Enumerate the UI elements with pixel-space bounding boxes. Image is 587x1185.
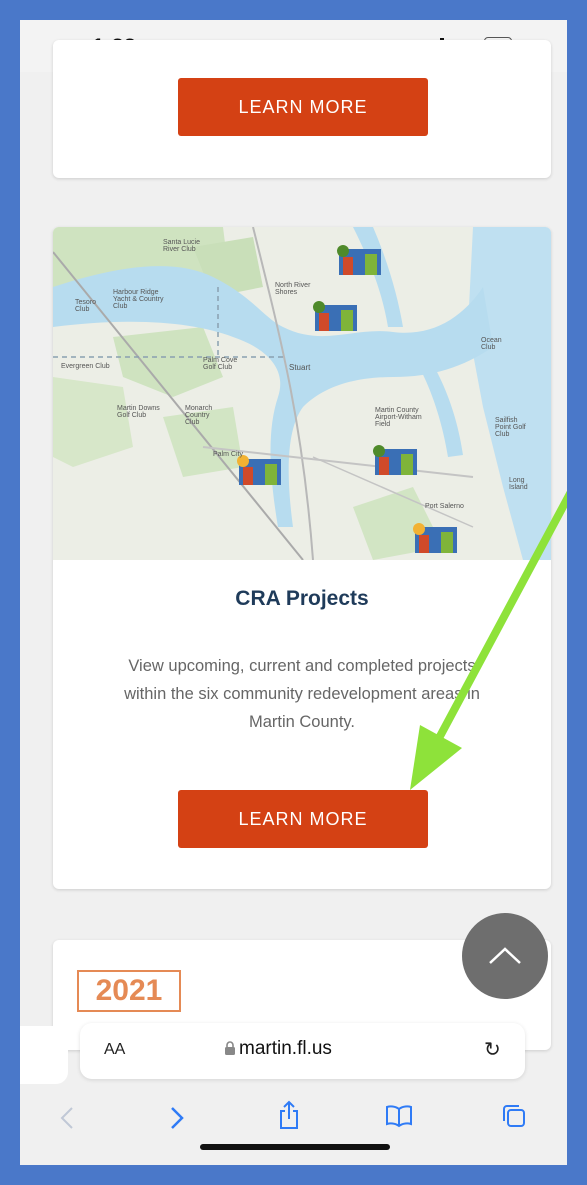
forward-icon[interactable] xyxy=(170,1106,184,1137)
text-size-button[interactable]: AA xyxy=(104,1041,125,1059)
tabs-icon[interactable] xyxy=(502,1104,526,1135)
back-icon[interactable] xyxy=(60,1106,74,1137)
reload-icon[interactable]: ↻ xyxy=(484,1037,501,1062)
url-text[interactable]: martin.fl.us xyxy=(224,1038,332,1060)
phone-screen: 1:33 5G LEARN MORE xyxy=(20,20,567,1165)
share-icon[interactable] xyxy=(278,1100,300,1137)
previous-tab-peek[interactable] xyxy=(20,1026,68,1084)
bookmarks-icon[interactable] xyxy=(385,1104,413,1135)
address-bar[interactable]: AA martin.fl.us ↻ xyxy=(80,1023,525,1079)
home-indicator xyxy=(200,1144,390,1150)
annotation-arrow xyxy=(410,490,567,790)
lock-icon xyxy=(225,1041,235,1055)
